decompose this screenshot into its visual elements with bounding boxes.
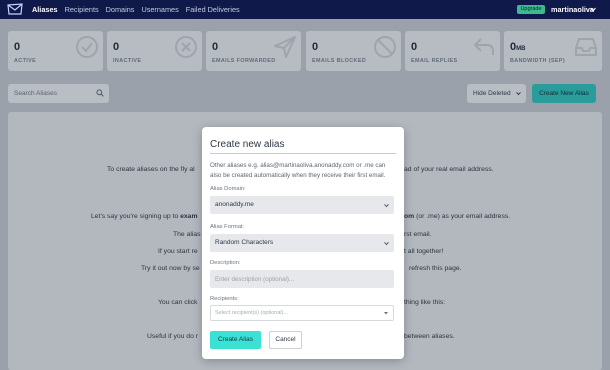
help-line-3-left: The alias: [173, 231, 201, 238]
help-line-4-right: t all together!: [404, 248, 444, 255]
stat-value: 0: [14, 41, 21, 53]
nav-link-aliases[interactable]: Aliases: [32, 5, 58, 14]
chevron-down-icon: [384, 204, 389, 208]
help-line-5-right: refresh this page.: [409, 265, 462, 272]
stats-row: 0 Active 0 Inactive 0 Emails Forwarded 0…: [8, 31, 602, 71]
upgrade-badge[interactable]: Upgrade: [517, 5, 545, 14]
alias-domain-select[interactable]: anonaddy.me: [210, 196, 394, 214]
cancel-button[interactable]: Cancel: [269, 331, 302, 349]
modal-description: Other aliases e.g. alias@martinaoliva.an…: [210, 162, 386, 179]
description-label: Description:: [210, 260, 241, 266]
modal-title-divider: [210, 153, 396, 154]
stat-label: Emails Forwarded: [212, 58, 276, 64]
help-line-6-right: thing like this:: [404, 299, 446, 306]
stat-label: Emails Blocked: [312, 58, 367, 64]
hide-deleted-select[interactable]: Hide Deleted: [467, 84, 526, 103]
nav-link-failed-deliveries[interactable]: Failed Deliveries: [186, 5, 240, 14]
stat-card-active: 0 Active: [8, 31, 103, 71]
help-line-1-left: To create aliases on the fly al: [107, 166, 195, 173]
nav-link-domains[interactable]: Domains: [106, 5, 135, 14]
help-line-1-right: ad of your real email address.: [404, 166, 494, 173]
nav-link-recipients[interactable]: Recipients: [65, 5, 99, 14]
create-new-alias-button[interactable]: Create New Alias: [532, 84, 596, 103]
reply-icon: [473, 38, 494, 55]
hide-deleted-value: Hide Deleted: [473, 90, 511, 97]
help-line-2-left: Let's say you're signing up to exam: [91, 213, 198, 220]
block-icon: [374, 36, 396, 58]
envelope-logo-icon[interactable]: [7, 3, 23, 15]
search-input[interactable]: [8, 84, 109, 103]
inbox-icon: [575, 38, 597, 56]
alias-format-label: Alias Format:: [210, 224, 245, 230]
stat-card-emails-forwarded: 0 Emails Forwarded: [206, 31, 301, 71]
check-circle-icon: [76, 36, 98, 58]
search-icon: [96, 89, 104, 97]
stat-value: 0: [212, 41, 219, 53]
alias-domain-value: anonaddy.me: [215, 201, 254, 208]
stat-label: Bandwidth (Sep): [510, 58, 566, 64]
stat-value: 0MB: [510, 41, 526, 53]
description-input[interactable]: [210, 270, 394, 288]
create-alias-button[interactable]: Create Alias: [210, 331, 261, 349]
stat-card-inactive: 0 Inactive: [107, 31, 202, 71]
x-circle-icon: [175, 36, 197, 58]
stat-label: Active: [14, 58, 37, 64]
stat-value: 0: [312, 41, 319, 53]
create-alias-modal: Create new alias Other aliases e.g. alia…: [202, 127, 404, 359]
recipients-placeholder: Select recipient(s) (optional)...: [215, 310, 289, 316]
alias-format-value: Random Characters: [215, 239, 274, 246]
recipients-label: Recipients:: [210, 296, 239, 302]
stat-label: Email Replies: [411, 58, 458, 64]
help-line-7-right: between aliases.: [404, 333, 455, 340]
chevron-down-icon: [384, 242, 389, 246]
user-menu[interactable]: martinaoliva: [551, 0, 594, 19]
modal-title: Create new alias: [210, 139, 285, 150]
top-nav: Aliases Recipients Domains Usernames Fai…: [0, 0, 610, 19]
caret-down-icon: [384, 312, 388, 315]
help-line-7-left: Useful if you do r: [147, 333, 198, 340]
nav-link-usernames[interactable]: Usernames: [141, 5, 178, 14]
stat-label: Inactive: [113, 58, 142, 64]
help-line-5-left: Try it out now by se: [141, 265, 200, 272]
search-box: [8, 84, 109, 103]
alias-domain-label: Alias Domain:: [210, 186, 246, 192]
help-line-6-left: You can click: [158, 299, 198, 306]
send-icon: [274, 36, 296, 58]
stat-value: 0: [113, 41, 120, 53]
stat-card-bandwidth: 0MB Bandwidth (Sep): [504, 31, 602, 71]
help-line-3-right: rst email.: [404, 231, 432, 238]
help-line-4-left: If you start re: [158, 248, 198, 255]
recipients-select[interactable]: Select recipient(s) (optional)...: [210, 305, 394, 321]
chevron-down-icon: [516, 92, 521, 96]
alias-format-select[interactable]: Random Characters: [210, 234, 394, 252]
stat-value: 0: [411, 41, 418, 53]
chevron-down-icon[interactable]: [590, 7, 596, 12]
stat-card-emails-blocked: 0 Emails Blocked: [306, 31, 401, 71]
help-line-2-right: om (or .me) as your email address.: [404, 213, 511, 220]
stat-card-email-replies: 0 Email Replies: [405, 31, 500, 71]
